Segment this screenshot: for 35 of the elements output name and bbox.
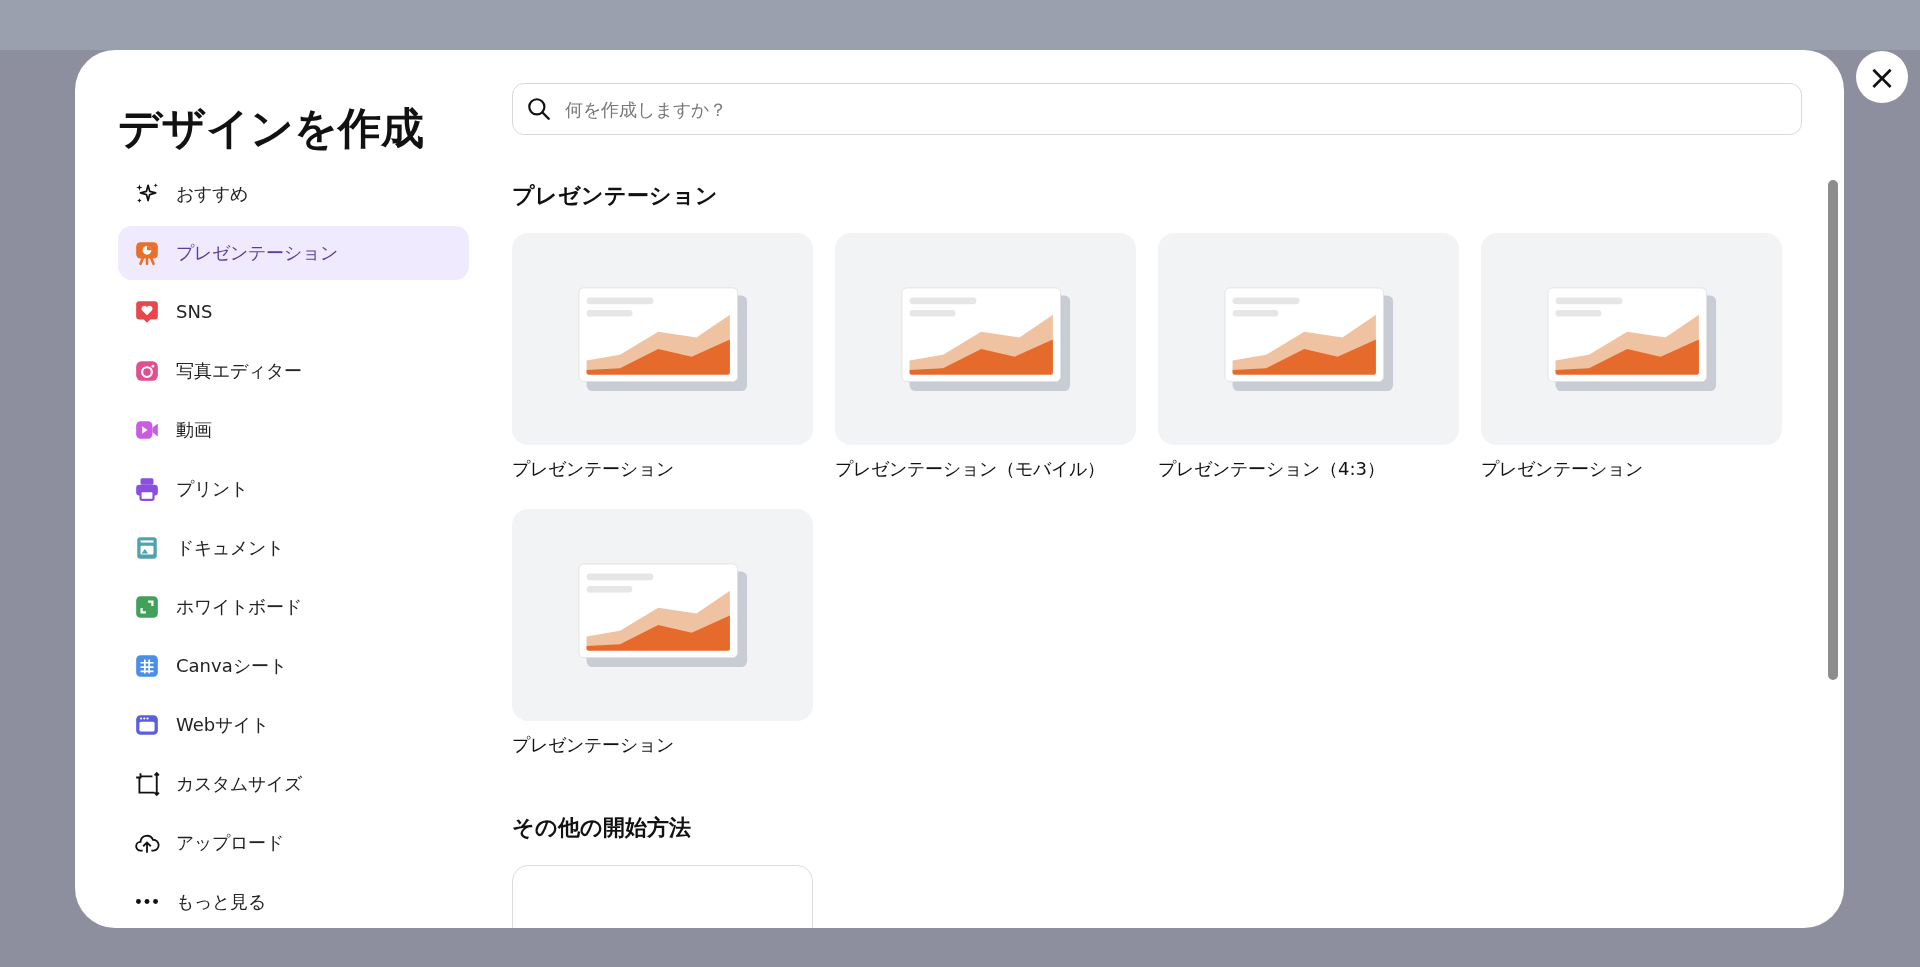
template-label: プレゼンテーション <box>1481 457 1644 481</box>
sidebar-item[interactable]: プリント <box>118 461 469 516</box>
sidebar-item[interactable]: ドキュメント <box>118 520 469 575</box>
whiteboard-icon <box>134 593 160 620</box>
template-label: プレゼンテーション（モバイル） <box>835 457 1106 481</box>
sidebar-item[interactable]: カスタムサイズ <box>118 756 469 811</box>
resize-icon <box>134 770 160 797</box>
dialog-title: デザインを作成 <box>118 103 425 155</box>
sidebar-item[interactable]: おすすめ <box>118 166 469 221</box>
sidebar-item[interactable]: SNS <box>118 284 469 339</box>
template-label: プレゼンテーション（4:3） <box>1158 457 1386 481</box>
document-icon <box>134 534 160 561</box>
sidebar-item[interactable]: 動画 <box>118 402 469 457</box>
template-card[interactable] <box>835 233 1136 445</box>
template-card[interactable] <box>512 233 813 445</box>
sidebar-item[interactable]: ホワイトボード <box>118 579 469 634</box>
template-card[interactable] <box>512 509 813 721</box>
section-heading: プレゼンテーション <box>512 182 719 210</box>
presentation-icon <box>134 239 160 266</box>
section-heading: その他の開始方法 <box>512 814 692 842</box>
search-field[interactable]: 何を作成しますか？ <box>512 83 1802 135</box>
more-icon <box>136 899 158 905</box>
sidebar-item[interactable]: プレゼンテーション <box>118 225 469 280</box>
template-label: プレゼンテーション <box>512 457 675 481</box>
sidebar-item[interactable]: Canvaシート <box>118 638 469 693</box>
sidebar-item[interactable]: Webサイト <box>118 697 469 752</box>
heart-icon <box>134 298 160 325</box>
template-label: プレゼンテーション <box>512 733 675 757</box>
template-card[interactable] <box>1481 233 1782 445</box>
sidebar-item[interactable]: 写真エディター <box>118 343 469 398</box>
template-card[interactable] <box>1158 233 1459 445</box>
table-icon <box>134 652 160 679</box>
sidebar-item[interactable]: アップロード <box>118 815 469 870</box>
sidebar-item[interactable]: もっと見る <box>118 874 469 928</box>
printer-icon <box>134 475 160 502</box>
